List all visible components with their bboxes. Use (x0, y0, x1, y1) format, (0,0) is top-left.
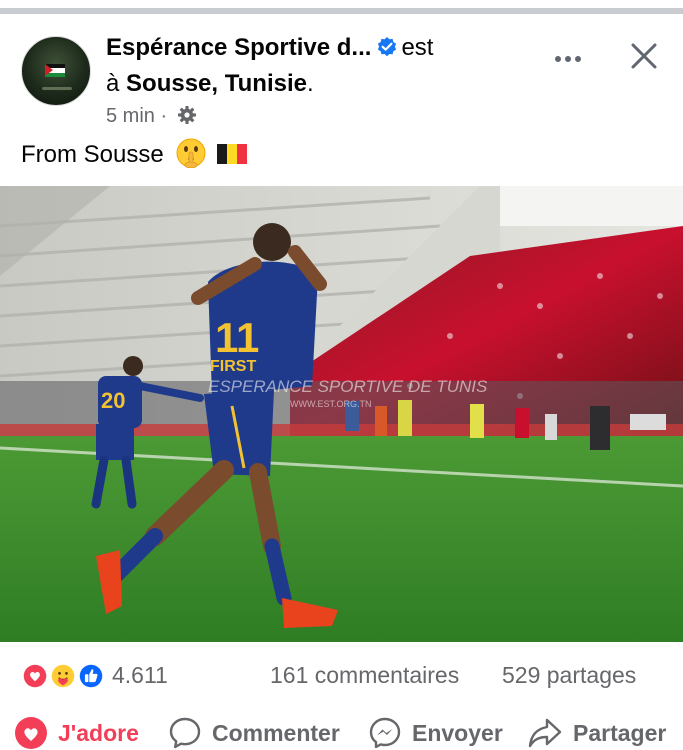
send-button[interactable]: Envoyer (368, 716, 503, 750)
comment-button-label: Commenter (212, 719, 340, 746)
feed-divider (0, 0, 683, 14)
care-reaction-icon (48, 661, 78, 691)
meta-separator: · (160, 105, 168, 127)
share-button-label: Partager (573, 719, 667, 746)
post-actions-bar: J'adore Commenter Envoyer Partager (0, 716, 683, 750)
verified-badge-icon (378, 37, 397, 57)
comment-button[interactable]: Commenter (168, 716, 340, 750)
more-horizontal-icon (555, 56, 581, 62)
comment-bubble-icon (169, 717, 201, 749)
location-prefix: est (401, 34, 434, 61)
jersey-number-20: 20 (101, 388, 125, 413)
jersey-number-11: 11 (215, 314, 259, 361)
reaction-count[interactable]: 4.611 (112, 662, 168, 689)
post-caption: From Sousse (21, 138, 248, 172)
close-icon[interactable] (626, 38, 662, 74)
photo-watermark: ESPERANCE SPORTIVE DE TUNIS (208, 377, 488, 396)
post-meta: 5 min · (106, 103, 197, 129)
belgium-flag-icon (217, 144, 248, 164)
share-arrow-icon (528, 718, 562, 748)
post-author-line: Espérance Sportive d... est (106, 32, 433, 64)
shares-count[interactable]: 529 partages (502, 662, 636, 689)
shushing-face-emoji-icon (176, 138, 206, 168)
palestine-flag-icon (45, 64, 65, 77)
location-suffix: . (306, 70, 314, 97)
location-link[interactable]: Sousse, Tunisie (126, 70, 307, 97)
gear-icon[interactable] (177, 105, 197, 125)
messenger-icon (369, 717, 401, 749)
post-time[interactable]: 5 min (106, 105, 155, 127)
location-at: à (106, 70, 120, 97)
post-location-line: à Sousse, Tunisie. (106, 68, 314, 100)
send-button-label: Envoyer (412, 719, 503, 746)
photo-watermark-url: WWW.EST.ORG.TN (290, 399, 372, 409)
reaction-icons[interactable] (20, 661, 110, 691)
comments-count[interactable]: 161 commentaires (270, 662, 459, 689)
post-stats: 4.611 161 commentaires 529 partages (0, 654, 683, 698)
caption-text: From Sousse (21, 141, 164, 168)
love-button-label: J'adore (58, 719, 139, 746)
more-options-button[interactable] (548, 44, 588, 74)
love-reaction-icon (20, 661, 50, 691)
post-header: Espérance Sportive d... est à Sousse, Tu… (0, 14, 683, 134)
page-avatar[interactable] (21, 36, 91, 106)
post-photo[interactable]: 20 11 FIRST ESPERANCE SPORTIVE DE TUNIS … (0, 186, 683, 642)
jersey-sponsor: FIRST (210, 358, 256, 375)
share-button[interactable]: Partager (527, 716, 666, 750)
avatar-caption-mark (42, 87, 72, 90)
love-button[interactable]: J'adore (14, 716, 139, 750)
football-celebration-image: 20 11 FIRST ESPERANCE SPORTIVE DE TUNIS … (0, 186, 683, 642)
page-name-link[interactable]: Espérance Sportive d... (106, 34, 371, 61)
heart-icon (15, 717, 47, 749)
like-reaction-icon (76, 661, 106, 691)
